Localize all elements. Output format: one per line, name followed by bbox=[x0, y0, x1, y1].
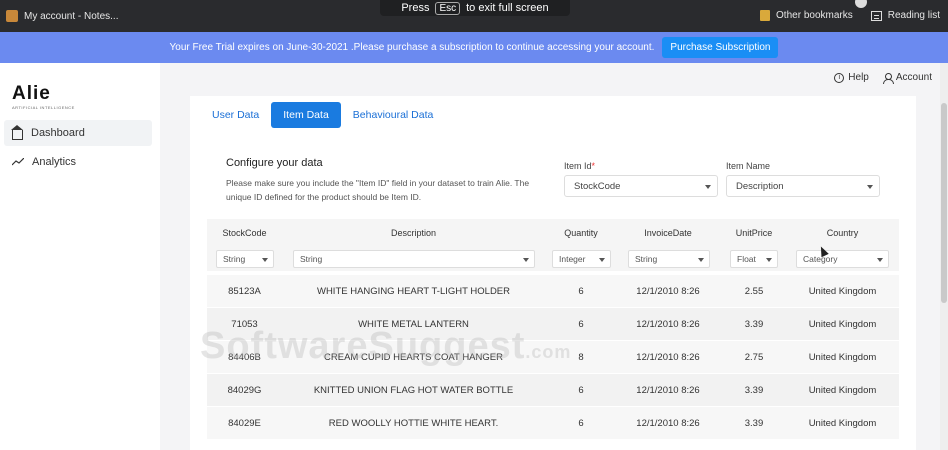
cell-quantity: 6 bbox=[578, 418, 584, 429]
cell-unitprice: 3.39 bbox=[744, 385, 764, 396]
column-header-invoicedate: InvoiceDate bbox=[644, 228, 692, 238]
account-button[interactable]: Account bbox=[882, 72, 932, 84]
data-config-card: User Data Item Data Behavioural Data Con… bbox=[190, 96, 916, 450]
chevron-down-icon bbox=[705, 185, 711, 189]
cell-stockcode: 85123A bbox=[228, 286, 261, 297]
cell-unitprice: 2.75 bbox=[744, 352, 764, 363]
cell-country: United Kingdom bbox=[808, 385, 877, 396]
folder-icon bbox=[760, 10, 771, 21]
profile-dot-icon bbox=[855, 0, 867, 8]
cell-stockcode: 84406B bbox=[228, 352, 261, 363]
cell-stockcode: 71053 bbox=[231, 319, 258, 330]
top-header: i Help Account bbox=[160, 63, 948, 93]
cell-country: United Kingdom bbox=[808, 352, 877, 363]
cell-description: CREAM CUPID HEARTS COAT HANGER bbox=[324, 352, 503, 363]
logo-text: Alie bbox=[12, 83, 51, 104]
column-header-quantity: Quantity bbox=[564, 228, 598, 238]
cell-quantity: 6 bbox=[578, 319, 584, 330]
type-select-stockcode[interactable]: String bbox=[216, 250, 274, 268]
type-select-unitprice[interactable]: Float bbox=[730, 250, 778, 268]
chevron-down-icon bbox=[766, 258, 772, 262]
type-select-country[interactable]: Category bbox=[796, 250, 889, 268]
sidebar: Alie ARTIFICIAL INTELLIGENCE Dashboard A… bbox=[0, 63, 160, 450]
item-name-select[interactable]: Description bbox=[726, 175, 880, 197]
tab-user-data[interactable]: User Data bbox=[200, 102, 271, 128]
other-bookmarks[interactable]: Other bookmarks bbox=[760, 10, 853, 21]
table-header: StockCode Description Quantity InvoiceDa… bbox=[207, 219, 899, 271]
cell-unitprice: 3.39 bbox=[744, 319, 764, 330]
cell-unitprice: 2.55 bbox=[744, 286, 764, 297]
cell-country: United Kingdom bbox=[808, 418, 877, 429]
chevron-down-icon bbox=[867, 185, 873, 189]
home-icon bbox=[11, 124, 23, 140]
chevron-down-icon bbox=[523, 258, 529, 262]
cell-quantity: 6 bbox=[578, 286, 584, 297]
type-select-invoicedate[interactable]: String bbox=[628, 250, 710, 268]
trial-message: Your Free Trial expires on June-30-2021 … bbox=[169, 42, 655, 53]
reading-list[interactable]: Reading list bbox=[870, 10, 940, 21]
cell-invoicedate: 12/1/2010 8:26 bbox=[636, 286, 700, 297]
config-description: Please make sure you include the "Item I… bbox=[226, 178, 530, 202]
cell-invoicedate: 12/1/2010 8:26 bbox=[636, 385, 700, 396]
type-select-quantity[interactable]: Integer bbox=[552, 250, 611, 268]
tab-behavioural-data[interactable]: Behavioural Data bbox=[341, 102, 446, 128]
help-icon: i bbox=[834, 72, 845, 83]
browser-tab-title: My account - Notes... bbox=[24, 10, 119, 22]
cell-stockcode: 84029G bbox=[227, 385, 262, 396]
table-row: 85123A WHITE HANGING HEART T-LIGHT HOLDE… bbox=[207, 274, 899, 307]
cell-description: WHITE HANGING HEART T-LIGHT HOLDER bbox=[316, 286, 511, 297]
column-header-unitprice: UnitPrice bbox=[735, 228, 773, 238]
cell-invoicedate: 12/1/2010 8:26 bbox=[636, 319, 700, 330]
logo[interactable]: Alie ARTIFICIAL INTELLIGENCE bbox=[12, 83, 75, 110]
chevron-down-icon bbox=[877, 258, 883, 262]
data-tabs: User Data Item Data Behavioural Data bbox=[200, 102, 445, 128]
config-title: Configure your data bbox=[226, 157, 323, 169]
column-header-stockcode: StockCode bbox=[222, 228, 267, 238]
sidebar-item-dashboard[interactable]: Dashboard bbox=[4, 120, 152, 146]
fullscreen-hint: Press Esc to exit full screen bbox=[380, 0, 570, 16]
cell-country: United Kingdom bbox=[808, 319, 877, 330]
page-scrollbar[interactable] bbox=[940, 63, 948, 450]
column-header-description: Description bbox=[390, 228, 437, 238]
cell-description: RED WOOLLY HOTTIE WHITE HEART. bbox=[328, 418, 499, 429]
item-name-label: Item Name bbox=[726, 161, 771, 171]
cell-invoicedate: 12/1/2010 8:26 bbox=[636, 352, 700, 363]
cell-stockcode: 84029E bbox=[228, 418, 261, 429]
chevron-down-icon bbox=[599, 258, 605, 262]
purchase-subscription-button[interactable]: Purchase Subscription bbox=[662, 37, 779, 58]
reading-list-icon bbox=[870, 10, 882, 21]
sidebar-item-analytics[interactable]: Analytics bbox=[4, 149, 152, 175]
tab-item-data[interactable]: Item Data bbox=[271, 102, 341, 128]
item-id-select[interactable]: StockCode bbox=[564, 175, 718, 197]
cell-description: KNITTED UNION FLAG HOT WATER BOTTLE bbox=[313, 385, 514, 396]
user-icon bbox=[882, 72, 894, 84]
table-row: 84029G KNITTED UNION FLAG HOT WATER BOTT… bbox=[207, 373, 899, 406]
type-select-description[interactable]: String bbox=[293, 250, 535, 268]
browser-tab[interactable]: My account - Notes... bbox=[6, 10, 118, 22]
cell-quantity: 6 bbox=[578, 385, 584, 396]
table-row: 84029E RED WOOLLY HOTTIE WHITE HEART. 6 … bbox=[207, 406, 899, 439]
scrollbar-thumb[interactable] bbox=[941, 103, 947, 303]
cell-invoicedate: 12/1/2010 8:26 bbox=[636, 418, 700, 429]
table-row: 71053 WHITE METAL LANTERN 6 12/1/2010 8:… bbox=[207, 307, 899, 340]
trial-banner: Your Free Trial expires on June-30-2021 … bbox=[0, 32, 948, 63]
chevron-down-icon bbox=[262, 258, 268, 262]
chevron-down-icon bbox=[698, 258, 704, 262]
help-button[interactable]: i Help bbox=[834, 72, 869, 83]
cell-description: WHITE METAL LANTERN bbox=[358, 319, 469, 330]
column-header-country: Country bbox=[826, 228, 859, 238]
cell-quantity: 8 bbox=[578, 352, 584, 363]
item-id-label: Item Id* bbox=[564, 161, 596, 171]
trend-icon bbox=[12, 158, 24, 166]
logo-tagline: ARTIFICIAL INTELLIGENCE bbox=[12, 105, 75, 110]
table-row: 84406B CREAM CUPID HEARTS COAT HANGER 8 … bbox=[207, 340, 899, 373]
cell-country: United Kingdom bbox=[808, 286, 877, 297]
cell-unitprice: 3.39 bbox=[744, 418, 764, 429]
notes-favicon-icon bbox=[6, 10, 18, 22]
